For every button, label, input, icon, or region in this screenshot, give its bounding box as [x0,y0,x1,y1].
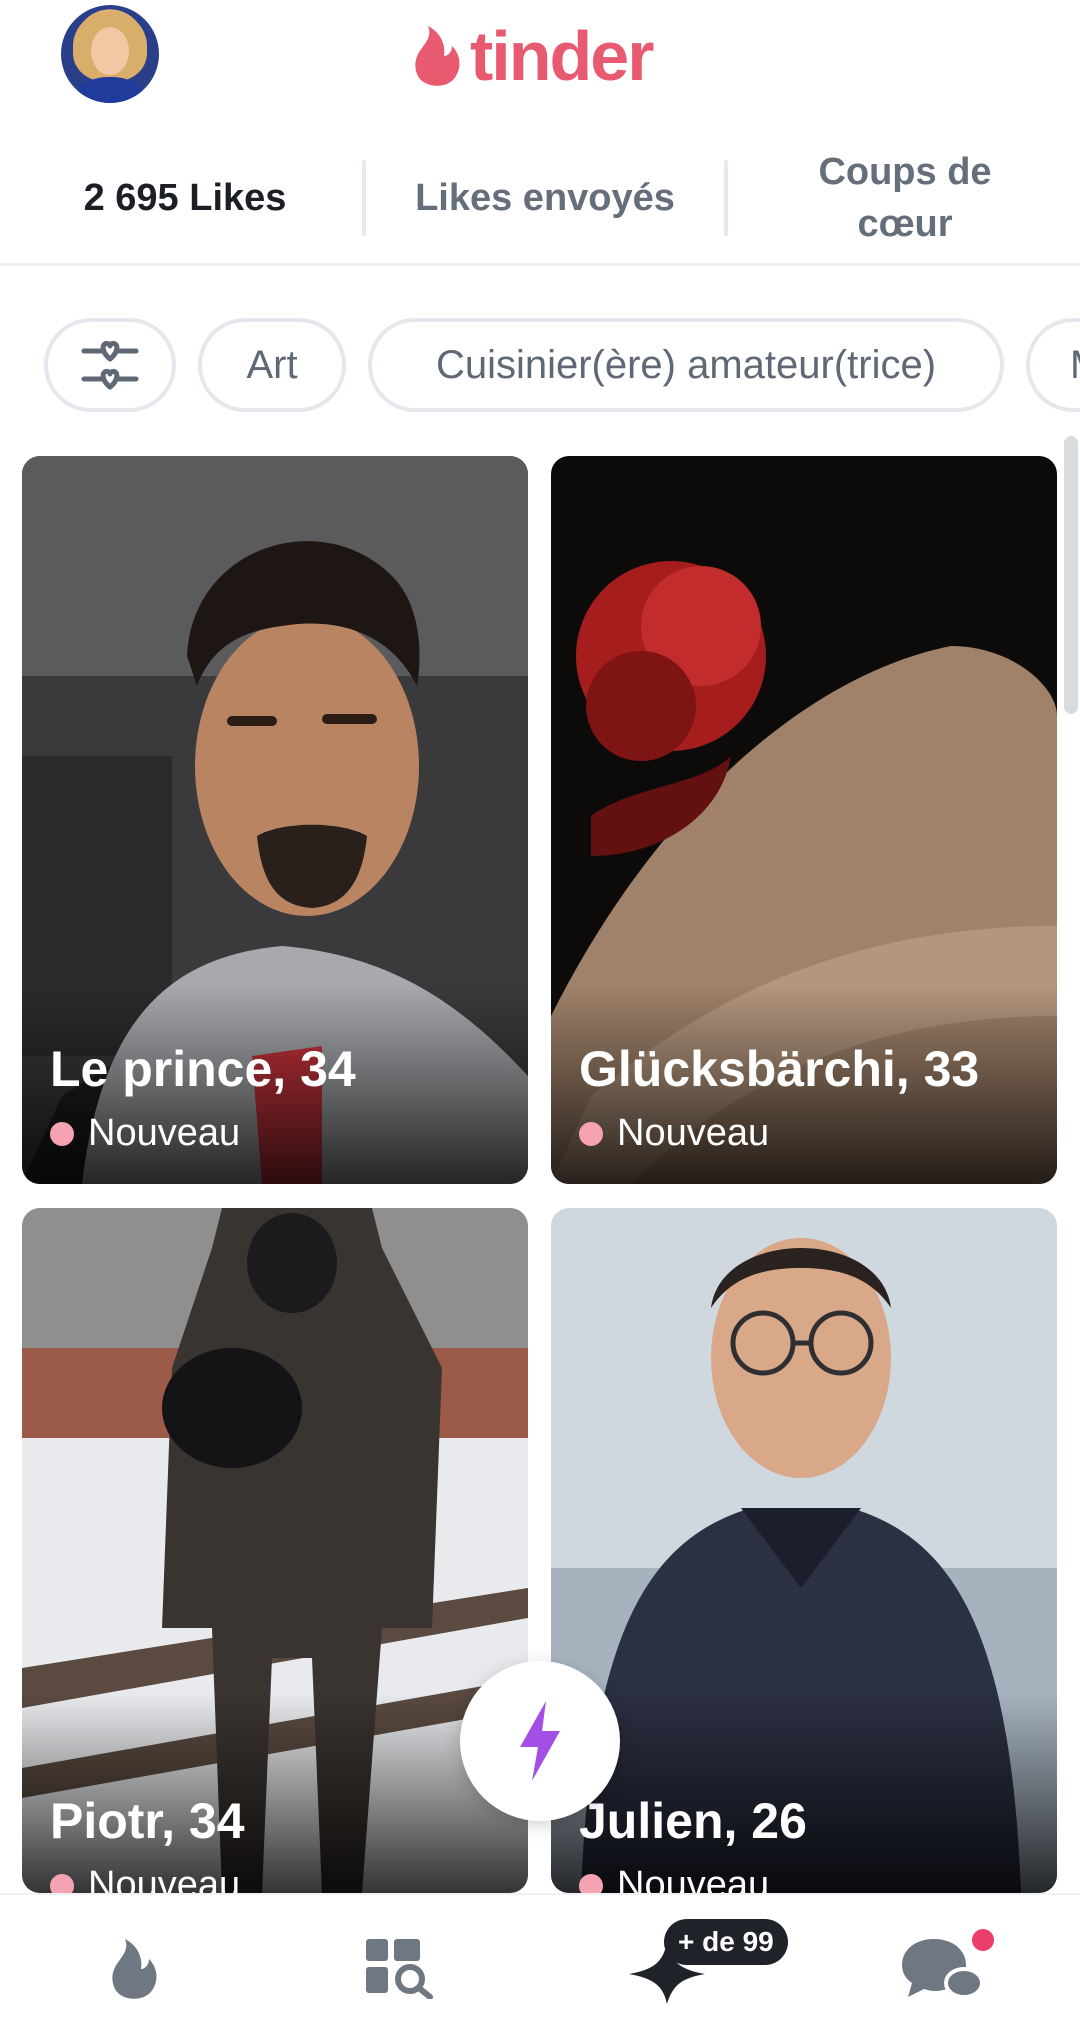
tab-divider [724,160,728,236]
hearts-slider-icon [81,341,139,390]
tab-crushes[interactable]: Coups de cœur [760,130,1050,266]
profile-card[interactable]: Julien, 26 Nouveau [551,1208,1057,1893]
new-dot-icon [579,1873,603,1893]
explore-grid-icon [366,1939,433,1999]
new-dot-icon [50,1121,74,1146]
profile-status: Nouveau [50,1864,240,1893]
boost-button[interactable] [460,1661,620,1821]
status-label: Nouveau [617,1112,770,1154]
profile-card[interactable]: Le prince, 34 Nouveau [22,456,528,1184]
profile-avatar[interactable] [61,5,159,103]
profile-name: Glücksbärchi, 33 [579,1041,980,1097]
bottom-nav [0,1893,1080,2041]
tinder-logo: tinder [408,17,654,95]
status-label: Nouveau [88,1112,241,1154]
lightning-bolt-icon [520,1701,560,1781]
filter-chip-cooking[interactable]: Cuisinier(ère) amateur(trice) [368,318,1004,412]
chip-label: M [1070,343,1080,388]
nav-discover[interactable] [53,1895,213,2041]
tab-likes-sent-label: Likes envoyés [415,177,675,219]
messages-notification-dot [972,1929,994,1951]
scrollbar[interactable] [1064,436,1078,714]
tab-likes-sent[interactable]: Likes envoyés [385,130,705,266]
tab-likes[interactable]: 2 695 Likes [40,130,330,266]
likes-count-badge: + de 99 [664,1919,788,1965]
filter-chip-partial[interactable]: M [1026,318,1080,412]
profile-card[interactable]: Glücksbärchi, 33 Nouveau [551,456,1057,1184]
tinder-flame-icon [415,26,460,86]
status-label: Nouveau [88,1864,241,1893]
profile-name: Piotr, 34 [50,1793,245,1849]
likes-tabs: 2 695 Likes Likes envoyés Coups de cœur [0,130,1080,266]
nav-messages[interactable] [862,1895,1022,2041]
new-dot-icon [50,1873,74,1893]
flame-icon [112,1939,157,1999]
profile-status: Nouveau [579,1864,769,1893]
nav-explore[interactable] [322,1895,482,2041]
filter-chip-art[interactable]: Art [198,318,346,412]
tab-divider [362,160,366,236]
nav-likes[interactable] [592,1895,752,2041]
tab-likes-label: 2 695 Likes [83,177,287,219]
profile-name: Julien, 26 [579,1793,807,1849]
tab-crushes-label: Coups de cœur [818,151,992,245]
avatar-shirt [67,77,153,103]
logo-text: tinder [470,17,654,95]
profile-status: Nouveau [50,1112,240,1155]
profile-name: Le prince, 34 [50,1041,356,1097]
profile-status: Nouveau [579,1112,769,1155]
chip-label: Cuisinier(ère) amateur(trice) [435,342,937,387]
avatar-face [91,27,129,75]
status-label: Nouveau [617,1864,770,1893]
chip-label: Art [246,342,298,387]
profile-card[interactable]: Piotr, 34 Nouveau [22,1208,528,1893]
filter-chips: Art Cuisinier(ère) amateur(trice) M [0,318,1080,412]
chat-bubbles-icon [902,1939,984,1999]
filter-settings-chip[interactable] [44,318,176,412]
new-dot-icon [579,1121,603,1146]
top-bar: tinder [0,0,1080,120]
